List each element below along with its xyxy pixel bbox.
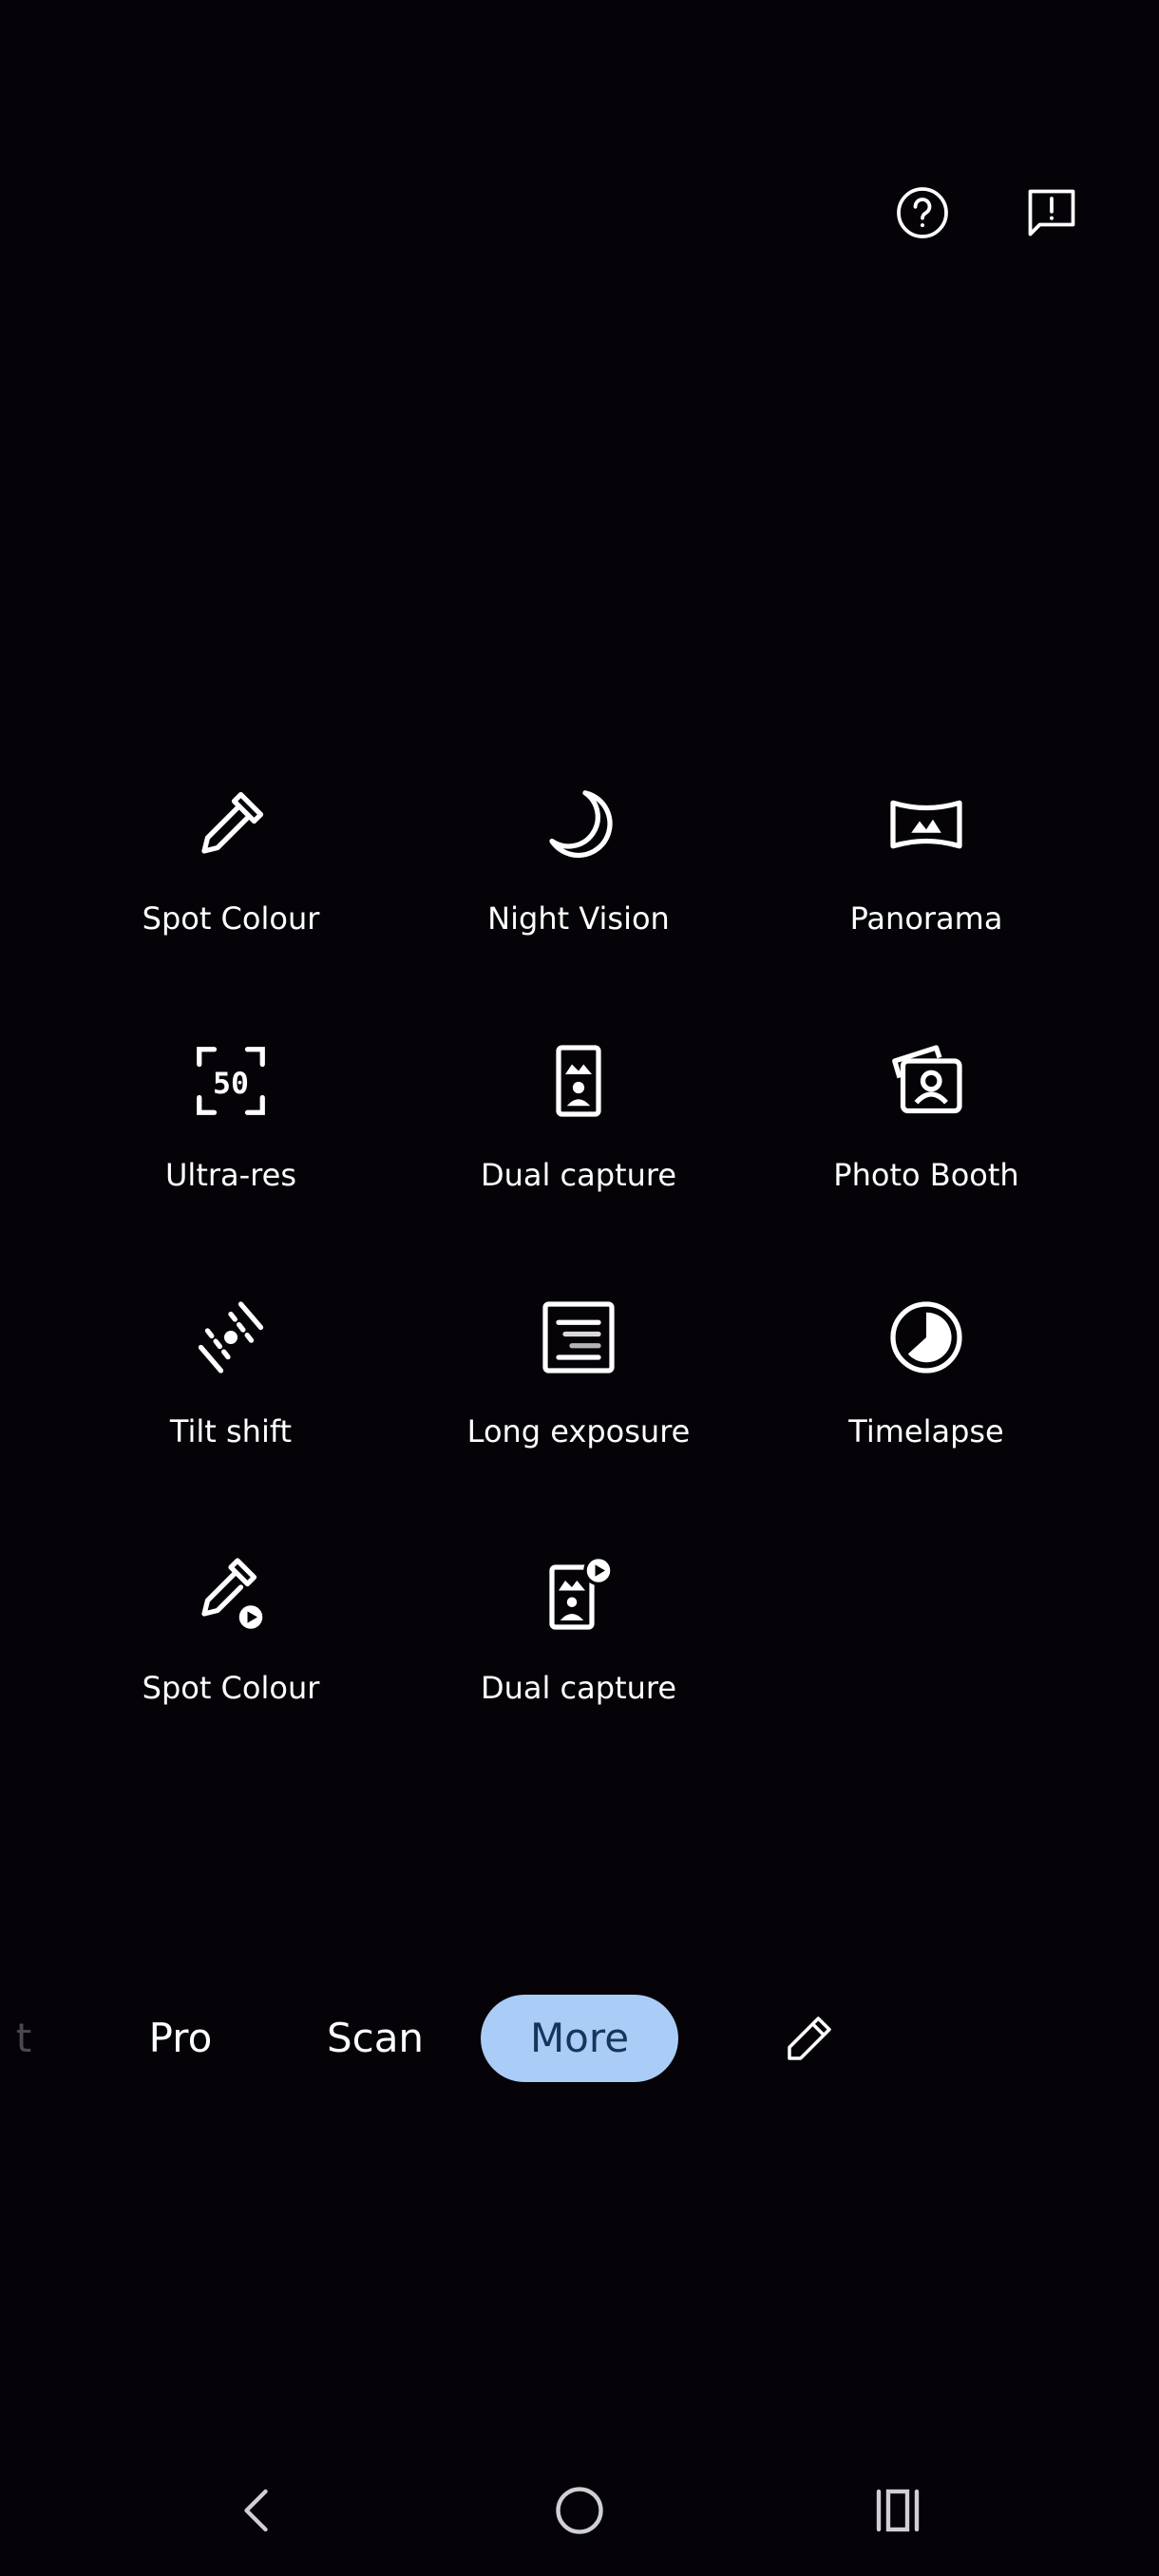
dual-capture-video-icon xyxy=(533,1548,624,1639)
home-circle-icon xyxy=(556,2487,603,2534)
pencil-icon xyxy=(788,2017,831,2060)
mode-label: Photo Booth xyxy=(833,1157,1019,1193)
edit-modes-button[interactable] xyxy=(779,2008,840,2069)
mode-night-vision[interactable]: Night Vision xyxy=(405,779,752,1035)
mode-label: Dual capture xyxy=(480,1670,677,1706)
tab-partial-previous[interactable]: t xyxy=(10,1995,38,2082)
camera-more-modes-screen: Spot Colour Night Vision Panorama 50 Ult… xyxy=(0,0,1159,2576)
mode-grid: Spot Colour Night Vision Panorama 50 Ult… xyxy=(57,779,1102,1805)
panorama-icon xyxy=(881,779,972,870)
ultra-res-50-icon: 50 xyxy=(185,1035,276,1127)
mode-label: Ultra-res xyxy=(165,1157,296,1193)
mode-dual-capture-video[interactable]: Dual capture xyxy=(405,1548,752,1805)
mode-long-exposure[interactable]: Long exposure xyxy=(405,1292,752,1548)
mode-timelapse[interactable]: Timelapse xyxy=(752,1292,1100,1548)
mode-dual-capture[interactable]: Dual capture xyxy=(405,1035,752,1292)
mode-label: Night Vision xyxy=(487,900,670,937)
feedback-button[interactable] xyxy=(1019,180,1084,245)
tab-pro[interactable]: Pro xyxy=(133,1995,228,2082)
mode-spot-colour[interactable]: Spot Colour xyxy=(57,779,405,1035)
mode-label: Dual capture xyxy=(480,1157,677,1193)
tab-scan[interactable]: Scan xyxy=(318,1995,432,2082)
mode-label: Spot Colour xyxy=(142,1670,320,1706)
mode-label: Long exposure xyxy=(466,1413,691,1449)
camera-mode-bar: t Pro Scan More xyxy=(0,1995,1159,2082)
mode-label: Tilt shift xyxy=(169,1413,293,1449)
system-navigation-bar xyxy=(0,2470,1159,2555)
mode-spot-colour-video[interactable]: Spot Colour xyxy=(57,1548,405,1805)
tilt-shift-icon xyxy=(185,1292,276,1383)
long-exposure-icon xyxy=(533,1292,624,1383)
eyedropper-video-icon xyxy=(185,1548,276,1639)
tab-more-selected[interactable]: More xyxy=(481,1995,678,2082)
mode-label: Timelapse xyxy=(848,1413,1004,1449)
recents-icon xyxy=(876,2489,920,2532)
mode-panorama[interactable]: Panorama xyxy=(752,779,1100,1035)
mode-label: Spot Colour xyxy=(142,900,320,937)
svg-text:50: 50 xyxy=(213,1067,249,1101)
photo-booth-icon xyxy=(881,1035,972,1127)
mode-tilt-shift[interactable]: Tilt shift xyxy=(57,1292,405,1548)
moon-icon xyxy=(533,779,624,870)
mode-photo-booth[interactable]: Photo Booth xyxy=(752,1035,1100,1292)
help-circle-icon xyxy=(897,187,948,238)
back-chevron-icon xyxy=(244,2489,268,2532)
recents-button[interactable] xyxy=(864,2477,931,2544)
mode-ultra-res[interactable]: 50 Ultra-res xyxy=(57,1035,405,1292)
feedback-icon xyxy=(1028,189,1075,237)
home-button[interactable] xyxy=(546,2477,613,2544)
timelapse-icon xyxy=(881,1292,972,1383)
help-button[interactable] xyxy=(890,180,955,245)
dual-capture-icon xyxy=(533,1035,624,1127)
mode-label: Panorama xyxy=(849,900,1003,937)
back-button[interactable] xyxy=(225,2477,292,2544)
eyedropper-icon xyxy=(185,779,276,870)
